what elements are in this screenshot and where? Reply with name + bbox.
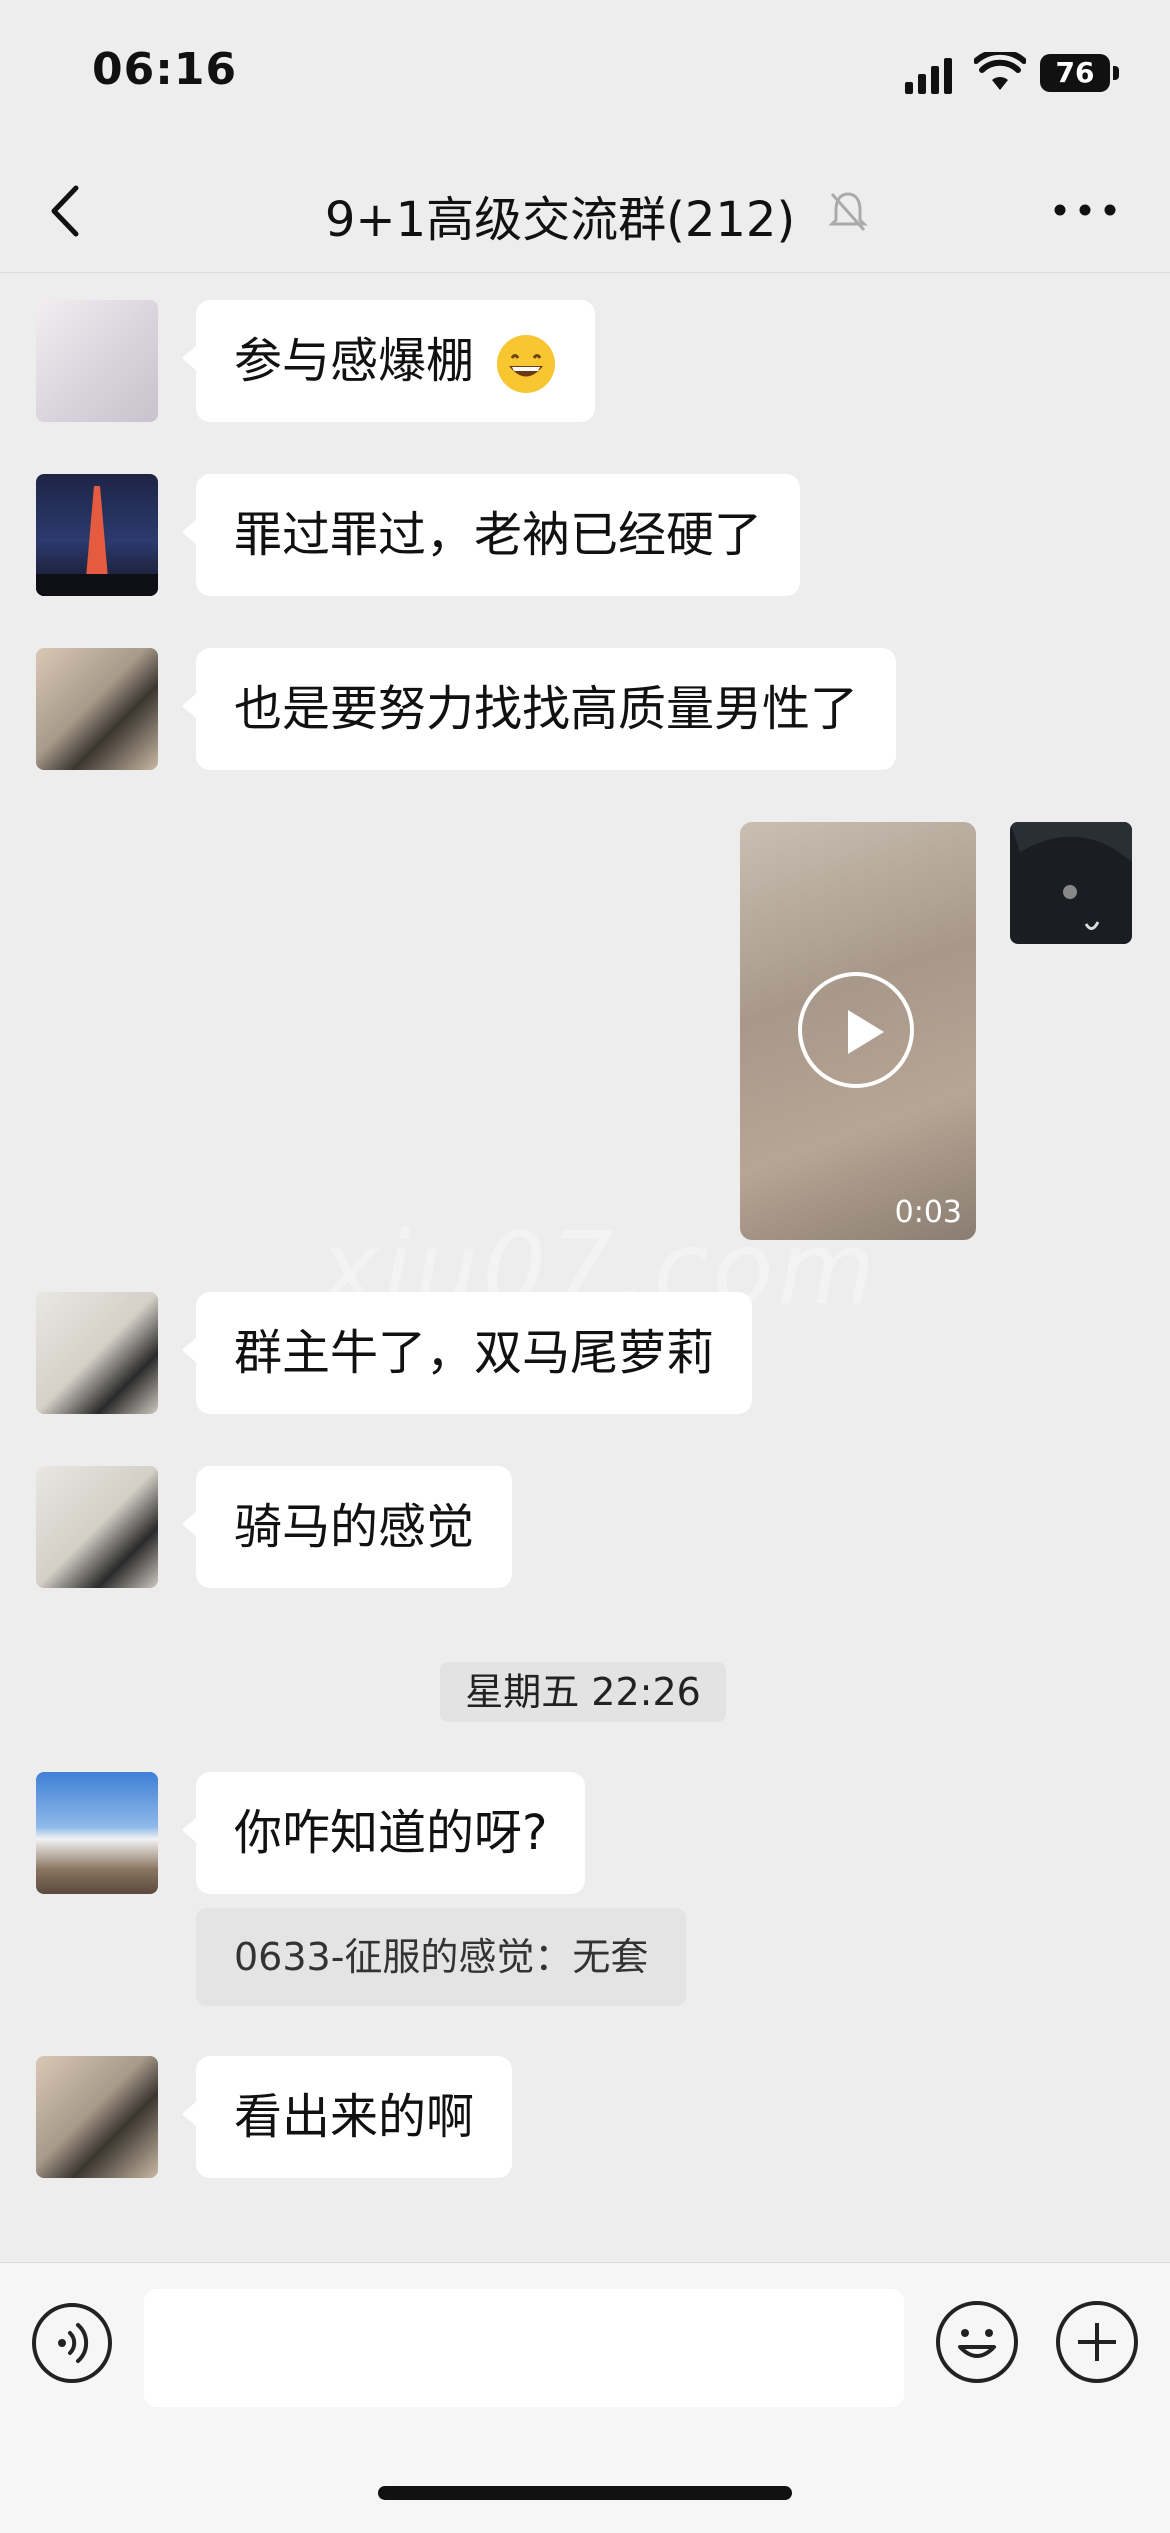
time-divider: 星期五 22:26 [440,1662,726,1722]
wifi-icon [974,52,1026,90]
message-bubble[interactable]: 骑马的感觉 [181,1466,513,1588]
back-icon[interactable] [38,176,98,246]
message-text: 罪过罪过，老衲已经硬了 [234,507,763,563]
battery-indicator: 76 [1040,54,1110,92]
mute-bell-icon [828,192,868,231]
message-text: 看出来的啊 [234,2089,475,2145]
avatar[interactable] [36,1292,158,1414]
emoji-icon[interactable] [936,2301,1018,2383]
status-time: 06:16 [92,44,238,95]
more-icon[interactable] [1050,190,1120,230]
message-text: 群主牛了，双马尾萝莉 [234,1325,715,1381]
avatar[interactable] [36,1772,158,1894]
avatar[interactable] [36,2056,158,2178]
chat-title[interactable]: 9+1高级交流群(212) [300,180,820,250]
message-bubble[interactable]: 你咋知道的呀? [181,1772,586,1894]
message-text: 也是要努力找找高质量男性了 [234,681,859,737]
watermark: xiu07.com [320,1210,879,1327]
status-bar: 06:16 76 [0,0,1170,150]
message-bubble[interactable]: 罪过罪过，老衲已经硬了 [181,474,801,596]
message-bubble[interactable]: 也是要努力找找高质量男性了 [181,648,897,770]
message-text: 骑马的感觉 [234,1499,475,1555]
play-icon[interactable] [798,972,914,1088]
avatar[interactable] [36,300,158,422]
message-bubble[interactable]: 看出来的啊 [181,2056,513,2178]
voice-icon[interactable] [32,2303,112,2383]
avatar[interactable] [36,474,158,596]
plus-icon[interactable] [1056,2301,1138,2383]
message-bubble[interactable]: 参与感爆棚 [181,300,596,422]
signal-icon [905,58,952,94]
video-message[interactable]: 0:03 [740,822,976,1240]
battery-cap [1113,66,1119,80]
message-text: 参与感爆棚 [234,333,475,389]
message-text: 你咋知道的呀? [234,1805,548,1861]
message-input[interactable] [144,2289,904,2407]
video-duration: 0:03 [894,1195,962,1230]
avatar[interactable] [36,1466,158,1588]
grinning-face-icon [497,335,556,393]
quoted-message[interactable]: 0633-征服的感觉：无套 [196,1908,687,2006]
chat-header: 9+1高级交流群(212) [0,150,1170,273]
avatar-self[interactable] [1010,822,1132,944]
avatar[interactable] [36,648,158,770]
home-indicator[interactable] [378,2486,792,2500]
